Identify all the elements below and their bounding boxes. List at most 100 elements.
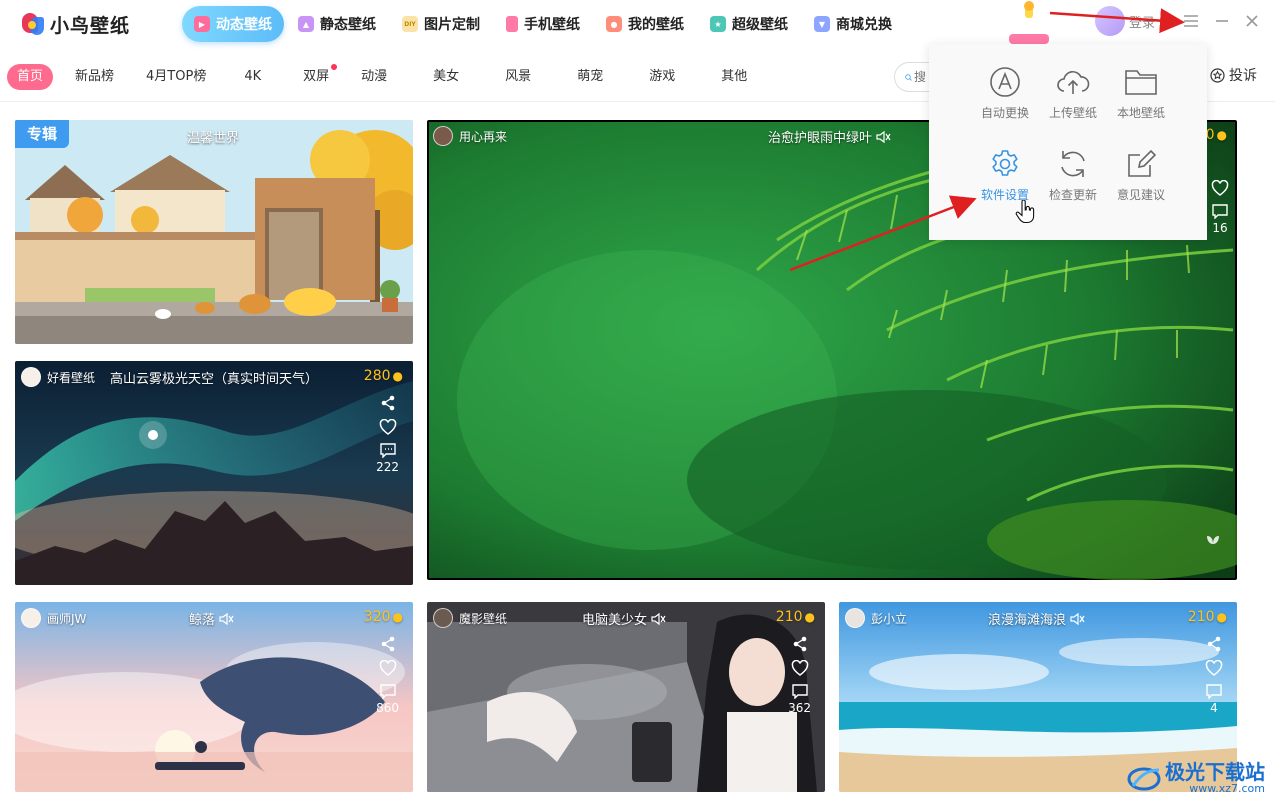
menu-item-upload[interactable]: 上传壁纸 <box>1039 66 1107 121</box>
sound-icon[interactable] <box>219 612 235 626</box>
sound-icon[interactable] <box>1070 612 1086 626</box>
card-author[interactable]: 彭小立 <box>845 608 907 628</box>
wallpaper-card-whale[interactable]: 画师JW 鲸落 320 ● 860 <box>15 602 413 792</box>
nav-super-wallpaper[interactable]: ★ 超级壁纸 <box>698 6 800 42</box>
comment-icon[interactable] <box>379 443 396 458</box>
heart-icon[interactable] <box>791 660 809 676</box>
card-title: 治愈护眼雨中绿叶 <box>768 127 892 146</box>
tab-home[interactable]: 首页 <box>7 64 54 90</box>
app-name: 小鸟壁纸 <box>50 14 131 37</box>
card-author[interactable]: 画师JW <box>21 608 86 628</box>
picture-icon: ▲ <box>298 16 314 32</box>
card-actions: 362 <box>788 636 811 715</box>
card-author[interactable]: 用心再来 <box>433 126 507 146</box>
card-author[interactable]: 魔影壁纸 <box>433 608 507 628</box>
menu-item-check-update[interactable]: 检查更新 <box>1039 148 1107 203</box>
hand-cursor-icon <box>1015 200 1035 224</box>
tab-pets[interactable]: 萌宠 <box>567 64 613 90</box>
menu-item-settings[interactable]: 软件设置 <box>971 148 1039 203</box>
card-price: 280 ● <box>363 368 403 384</box>
share-icon[interactable] <box>380 395 396 411</box>
login-link[interactable]: 登录 <box>1129 12 1155 31</box>
card-price: 320 ● <box>363 609 403 625</box>
settings-dropdown-menu: 自动更换 上传壁纸 本地壁纸 软件设置 检查更新 意见建议 <box>929 44 1207 240</box>
comment-icon[interactable] <box>791 684 808 699</box>
coin-icon: ● <box>1216 610 1227 624</box>
minimize-button[interactable] <box>1211 10 1233 32</box>
edit-icon <box>1128 149 1157 177</box>
tab-anime[interactable]: 动漫 <box>351 64 397 90</box>
share-icon[interactable] <box>380 636 396 652</box>
star-icon: ★ <box>710 16 726 32</box>
menu-item-local[interactable]: 本地壁纸 <box>1107 66 1175 121</box>
user-icon: ● <box>606 16 622 32</box>
card-actions: 16 <box>1211 180 1229 235</box>
coin-icon: ● <box>392 369 403 383</box>
tab-dual-screen[interactable]: 双屏 <box>293 64 339 90</box>
search-box[interactable] <box>894 62 934 92</box>
girl-thumbnail <box>427 602 825 792</box>
app-logo[interactable]: 小鸟壁纸 <box>20 9 130 39</box>
share-icon[interactable] <box>1206 636 1222 652</box>
heart-icon[interactable] <box>1205 660 1223 676</box>
comment-icon[interactable] <box>379 684 396 699</box>
watermark-logo-icon <box>1127 767 1161 790</box>
card-title: 温馨世界 <box>187 131 240 146</box>
bird-logo-icon <box>20 11 46 37</box>
nav-dynamic-wallpaper[interactable]: ▶ 动态壁纸 <box>182 6 284 42</box>
card-actions: 222 <box>376 395 399 474</box>
close-icon <box>1246 15 1258 27</box>
comment-icon[interactable] <box>1206 684 1222 699</box>
trophy-badge-icon[interactable] <box>1005 0 1053 44</box>
search-icon <box>905 73 912 81</box>
nav-phone-wallpaper[interactable]: 手机壁纸 <box>494 6 592 42</box>
menu-item-feedback[interactable]: 意见建议 <box>1107 148 1175 203</box>
avatar <box>21 608 41 628</box>
nav-static-wallpaper[interactable]: ▲ 静态壁纸 <box>286 6 388 42</box>
report-button[interactable]: 投诉 <box>1210 65 1257 85</box>
tab-games[interactable]: 游戏 <box>639 64 685 90</box>
nav-shop-exchange[interactable]: ▼ 商城兑换 <box>802 6 904 42</box>
album-card[interactable]: 专辑 温馨世界 <box>15 120 413 344</box>
menu-item-auto-change[interactable]: 自动更换 <box>971 66 1039 121</box>
nav-custom-image[interactable]: DIY 图片定制 <box>390 6 492 42</box>
heart-icon[interactable] <box>379 419 397 435</box>
card-title: 电脑美少女 <box>582 609 667 628</box>
close-button[interactable] <box>1241 10 1263 32</box>
wallpaper-card-girl[interactable]: 魔影壁纸 电脑美少女 210 ● 362 <box>427 602 825 792</box>
card-actions: 860 <box>376 636 399 715</box>
cart-icon: ▼ <box>814 16 830 32</box>
avatar <box>433 608 453 628</box>
comment-count: 16 <box>1212 221 1228 235</box>
heart-icon[interactable] <box>1211 180 1229 196</box>
share-icon[interactable] <box>792 636 808 652</box>
tab-new[interactable]: 新品榜 <box>65 64 124 90</box>
new-dot <box>331 64 338 70</box>
tab-4k[interactable]: 4K <box>234 64 271 90</box>
album-tag: 专辑 <box>15 120 70 148</box>
nav-my-wallpaper[interactable]: ● 我的壁纸 <box>594 6 696 42</box>
menu-button[interactable] <box>1180 10 1202 32</box>
tab-top[interactable]: 4月TOP榜 <box>136 64 216 90</box>
category-tabs: 首页 新品榜 4月TOP榜 4K 双屏 动漫 美女 风景 萌宠 游戏 其他 <box>7 64 769 90</box>
play-icon: ▶ <box>194 16 210 32</box>
aurora-thumbnail <box>15 361 413 585</box>
avatar[interactable] <box>1095 6 1125 36</box>
whale-thumbnail <box>15 602 413 792</box>
wallpaper-card-aurora[interactable]: 好看壁纸 高山云雾极光天空（真实时间天气） 280 ● 222 <box>15 361 413 585</box>
coin-icon: ● <box>804 610 815 624</box>
tab-beauty[interactable]: 美女 <box>423 64 469 90</box>
card-actions: 4 <box>1205 636 1223 715</box>
diy-icon: DIY <box>402 16 418 32</box>
watermark-text: 极光下载站 <box>1165 760 1265 784</box>
card-price: 210 ● <box>775 609 815 625</box>
comment-icon[interactable] <box>1212 204 1228 219</box>
card-title: 高山云雾极光天空（真实时间天气） <box>110 372 319 387</box>
card-author[interactable]: 好看壁纸 <box>21 367 95 387</box>
plant-badge-icon <box>1207 536 1219 553</box>
tab-scenery[interactable]: 风景 <box>495 64 541 90</box>
sound-icon[interactable] <box>651 612 667 626</box>
tab-other[interactable]: 其他 <box>711 64 757 90</box>
sound-icon[interactable] <box>876 130 892 144</box>
heart-icon[interactable] <box>379 660 397 676</box>
